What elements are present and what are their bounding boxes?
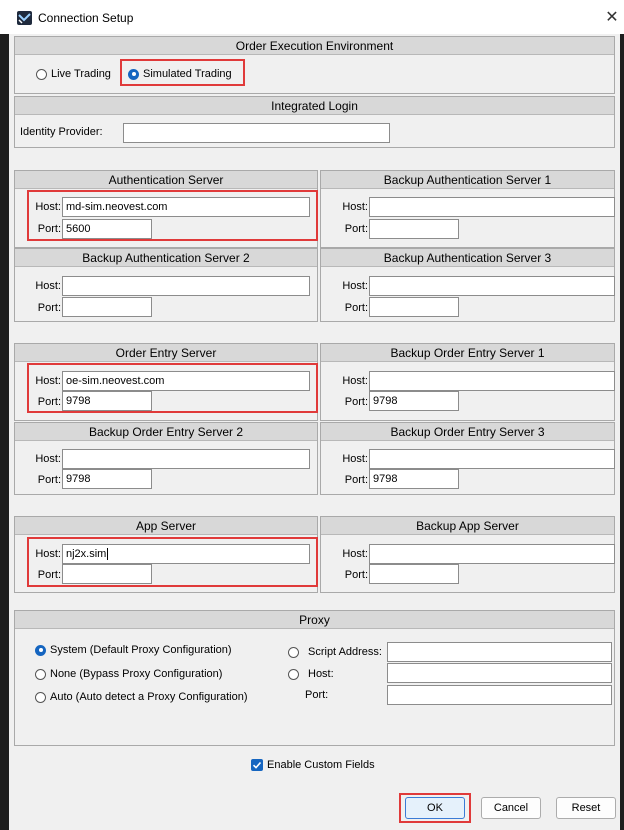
integrated-login-header: Integrated Login (15, 97, 614, 115)
identity-provider-input[interactable] (123, 123, 390, 143)
backup-oe-2-port-input[interactable]: 9798 (62, 469, 152, 489)
backup-app-port-label: Port: (344, 569, 368, 581)
backup-auth-2-host-input[interactable] (62, 276, 310, 296)
highlight-ok (399, 793, 471, 823)
backup-oe-2-header: Backup Order Entry Server 2 (15, 423, 317, 441)
cancel-button[interactable]: Cancel (481, 797, 541, 819)
backup-auth-1-host-input[interactable] (369, 197, 615, 217)
connection-setup-dialog: Connection Setup ✕ Order Execution Envir… (0, 0, 624, 830)
backup-oe-3-port-label: Port: (344, 474, 368, 486)
neovest-icon (17, 11, 32, 25)
highlight-auth-server (27, 190, 318, 241)
backup-app-panel: Backup App Server Host: Port: (320, 516, 615, 593)
proxy-system-label: System (Default Proxy Configuration) (50, 644, 232, 656)
backup-oe-3-host-label: Host: (342, 453, 368, 465)
backup-auth-3-panel: Backup Authentication Server 3 Host: Por… (320, 248, 615, 322)
enable-custom-fields-label: Enable Custom Fields (267, 759, 375, 771)
backup-auth-2-host-label: Host: (35, 280, 61, 292)
backup-oe-1-panel: Backup Order Entry Server 1 Host: Port: … (320, 343, 615, 421)
backup-auth-3-port-label: Port: (344, 302, 368, 314)
background-strip-right (620, 34, 624, 830)
backup-oe-1-port-label: Port: (344, 396, 368, 408)
backup-auth-3-header: Backup Authentication Server 3 (321, 249, 614, 267)
backup-auth-1-panel: Backup Authentication Server 1 Host: Por… (320, 170, 615, 248)
backup-auth-1-port-label: Port: (344, 223, 368, 235)
integrated-login-panel: Integrated Login Identity Provider: (14, 96, 615, 148)
backup-oe-3-header: Backup Order Entry Server 3 (321, 423, 614, 441)
order-env-header: Order Execution Environment (15, 37, 614, 55)
backup-auth-2-panel: Backup Authentication Server 2 Host: Por… (14, 248, 318, 322)
proxy-header: Proxy (15, 611, 614, 629)
backup-auth-3-host-input[interactable] (369, 276, 615, 296)
backup-oe-1-host-label: Host: (342, 375, 368, 387)
live-trading-radio[interactable]: Live Trading (36, 66, 111, 82)
backup-oe-2-port-label: Port: (37, 474, 61, 486)
proxy-port-label: Port: (305, 689, 329, 701)
radio-off-icon (36, 68, 47, 80)
backup-auth-2-header: Backup Authentication Server 2 (15, 249, 317, 267)
order-entry-header: Order Entry Server (15, 344, 317, 362)
backup-oe-3-port-input[interactable]: 9798 (369, 469, 459, 489)
backup-auth-2-port-input[interactable] (62, 297, 152, 317)
proxy-panel: Proxy System (Default Proxy Configuratio… (14, 610, 615, 746)
proxy-none-label: None (Bypass Proxy Configuration) (50, 668, 223, 680)
backup-oe-1-header: Backup Order Entry Server 1 (321, 344, 614, 362)
backup-oe-2-panel: Backup Order Entry Server 2 Host: Port: … (14, 422, 318, 495)
enable-custom-fields-checkbox[interactable] (251, 759, 263, 771)
radio-off-icon (35, 668, 46, 680)
backup-app-header: Backup App Server (321, 517, 614, 535)
radio-off-icon (288, 668, 299, 680)
close-icon[interactable]: ✕ (601, 7, 623, 29)
proxy-host-label: Host: (308, 668, 334, 680)
highlight-simulated (120, 59, 245, 86)
backup-app-port-input[interactable] (369, 564, 459, 584)
radio-on-icon (35, 644, 46, 656)
proxy-host-input[interactable] (387, 663, 612, 683)
backup-oe-1-port-input[interactable]: 9798 (369, 391, 459, 411)
backup-oe-3-host-input[interactable] (369, 449, 615, 469)
backup-auth-1-port-input[interactable] (369, 219, 459, 239)
proxy-auto-radio[interactable]: Auto (Auto detect a Proxy Configuration) (35, 689, 248, 705)
auth-server-header: Authentication Server (15, 171, 317, 189)
title-bar: Connection Setup ✕ (0, 0, 624, 34)
reset-button[interactable]: Reset (556, 797, 616, 819)
proxy-system-radio[interactable]: System (Default Proxy Configuration) (35, 642, 232, 658)
backup-app-host-label: Host: (342, 548, 368, 560)
backup-auth-3-port-input[interactable] (369, 297, 459, 317)
order-env-panel: Order Execution Environment Live Trading… (14, 36, 615, 94)
background-strip-left (0, 34, 9, 830)
proxy-script-label: Script Address: (308, 646, 382, 658)
proxy-script-input[interactable] (387, 642, 612, 662)
backup-auth-1-header: Backup Authentication Server 1 (321, 171, 614, 189)
window-title: Connection Setup (38, 11, 134, 25)
proxy-script-radio[interactable]: Script Address: (288, 644, 382, 660)
live-trading-label: Live Trading (51, 68, 111, 80)
backup-auth-1-host-label: Host: (342, 201, 368, 213)
proxy-none-radio[interactable]: None (Bypass Proxy Configuration) (35, 666, 222, 682)
identity-provider-label: Identity Provider: (20, 126, 103, 138)
backup-auth-3-host-label: Host: (342, 280, 368, 292)
radio-off-icon (35, 691, 46, 703)
proxy-host-radio[interactable]: Host: (288, 666, 334, 682)
backup-oe-1-host-input[interactable] (369, 371, 615, 391)
proxy-port-input[interactable] (387, 685, 612, 705)
backup-oe-2-host-input[interactable] (62, 449, 310, 469)
radio-off-icon (288, 646, 299, 658)
checkmark-icon (252, 761, 262, 769)
backup-oe-2-host-label: Host: (35, 453, 61, 465)
app-server-header: App Server (15, 517, 317, 535)
proxy-auto-label: Auto (Auto detect a Proxy Configuration) (50, 691, 248, 703)
highlight-order-entry (27, 363, 318, 413)
highlight-app-server (27, 537, 318, 587)
backup-app-host-input[interactable] (369, 544, 615, 564)
backup-auth-2-port-label: Port: (37, 302, 61, 314)
backup-oe-3-panel: Backup Order Entry Server 3 Host: Port: … (320, 422, 615, 495)
